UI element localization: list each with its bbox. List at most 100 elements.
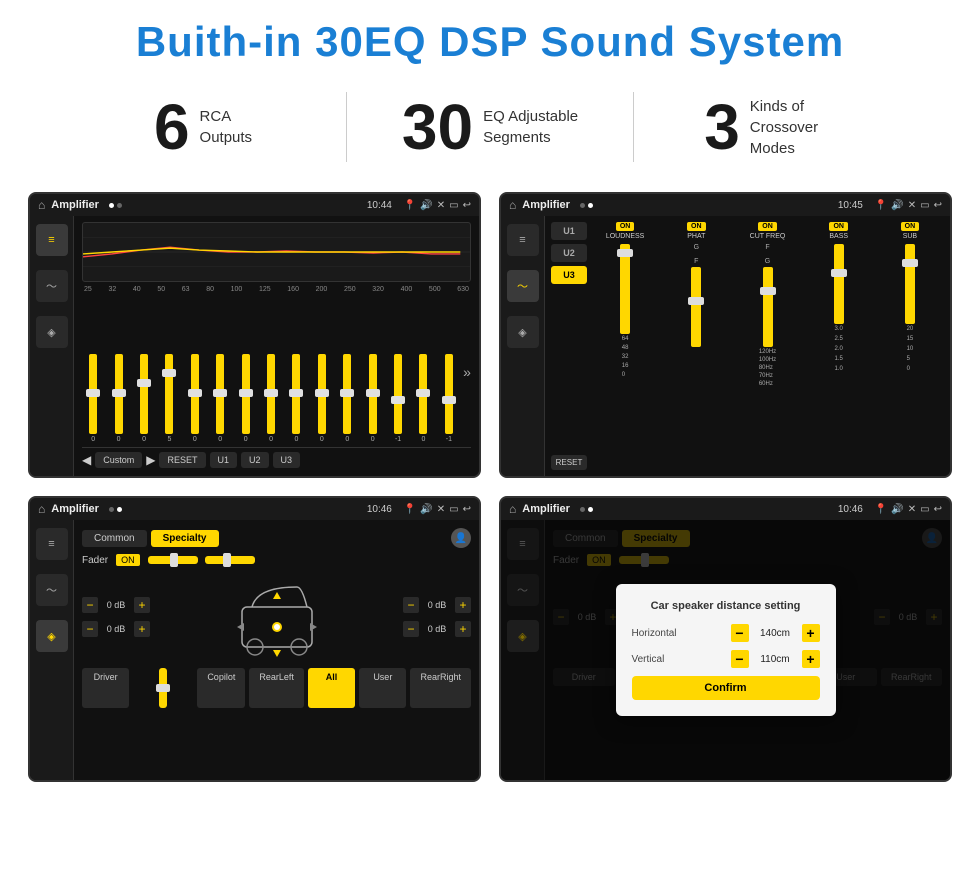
u3-btn[interactable]: U3 [551, 266, 587, 284]
user-icon-3[interactable]: 👤 [451, 528, 471, 548]
speaker-icon-1[interactable]: 🔊 [420, 200, 432, 211]
sidebar-wave-btn[interactable]: 〜 [36, 270, 68, 302]
u1-btn[interactable]: U1 [551, 222, 587, 240]
cutfreq-slider[interactable]: FG 120Hz 100Hz 80Hz 70Hz 60Hz [759, 242, 776, 470]
window-icon-4[interactable]: ▭ [920, 504, 929, 515]
all-btn-3[interactable]: All [308, 668, 355, 708]
channel-sub: ON SUB 20 15 10 5 0 [876, 222, 944, 470]
crossover-left: U1 U2 U3 RESET [551, 222, 587, 470]
copilot-btn-3[interactable]: Copilot [197, 668, 245, 708]
sidebar-wave-btn-2[interactable]: 〜 [507, 270, 539, 302]
sidebar-speaker-btn-2[interactable]: ◈ [507, 316, 539, 348]
home-icon-3[interactable]: ⌂ [38, 502, 45, 516]
window-icon-1[interactable]: ▭ [449, 200, 458, 211]
db-val-4: 0 dB [423, 624, 451, 634]
home-icon-1[interactable]: ⌂ [38, 198, 45, 212]
db-plus-4[interactable]: + [455, 621, 471, 637]
horizontal-minus-btn[interactable]: − [731, 624, 749, 642]
eq-slider-13[interactable]: 0 [412, 354, 434, 443]
home-icon-4[interactable]: ⌂ [509, 502, 516, 516]
driver-btn-3[interactable]: Driver [82, 668, 129, 708]
eq-slider-6[interactable]: 0 [234, 354, 256, 443]
close-icon-1[interactable]: ✕ [437, 200, 445, 211]
eq-slider-1[interactable]: 0 [107, 354, 129, 443]
loudness-on-badge[interactable]: ON [616, 222, 635, 231]
close-icon-4[interactable]: ✕ [908, 504, 916, 515]
sub-slider[interactable]: 20 15 10 5 0 [905, 242, 915, 470]
sidebar-wave-btn-3[interactable]: 〜 [36, 574, 68, 606]
sidebar-speaker-btn[interactable]: ◈ [36, 316, 68, 348]
sidebar-eq-btn-3[interactable]: ≡ [36, 528, 68, 560]
eq-main: 25 32 40 50 63 80 100 125 160 200 250 32… [74, 216, 479, 476]
tab-common-3[interactable]: Common [82, 530, 147, 547]
close-icon-3[interactable]: ✕ [437, 504, 445, 515]
tab-specialty-3[interactable]: Specialty [151, 530, 219, 547]
fader-on-badge[interactable]: ON [116, 554, 140, 566]
eq-graph [82, 222, 471, 282]
status-dots-4 [580, 507, 593, 512]
eq-u2-btn[interactable]: U2 [241, 452, 269, 468]
confirm-button[interactable]: Confirm [632, 676, 820, 700]
window-icon-3[interactable]: ▭ [449, 504, 458, 515]
eq-play-btn[interactable]: ▶ [146, 453, 155, 467]
vertical-plus-btn[interactable]: + [802, 650, 820, 668]
back-icon-4[interactable]: ↩ [934, 504, 942, 515]
cutfreq-on-badge[interactable]: ON [758, 222, 777, 231]
speaker-icon-2[interactable]: 🔊 [891, 200, 903, 211]
eq-slider-2[interactable]: 0 [133, 354, 155, 443]
eq-expand-icon[interactable]: » [463, 364, 471, 380]
db-minus-1[interactable]: − [82, 597, 98, 613]
eq-slider-12[interactable]: -1 [387, 354, 409, 443]
user-btn-3[interactable]: User [359, 668, 406, 708]
location-icon-3: 📍 [404, 504, 416, 515]
db-minus-3[interactable]: − [403, 597, 419, 613]
back-icon-1[interactable]: ↩ [463, 200, 471, 211]
speaker-icon-3[interactable]: 🔊 [420, 504, 432, 515]
eq-slider-3[interactable]: 5 [158, 354, 180, 443]
vertical-minus-btn[interactable]: − [731, 650, 749, 668]
status-icons-3: 📍 🔊 ✕ ▭ ↩ [404, 504, 471, 515]
loudness-slider[interactable]: 64 48 32 16 0 [620, 242, 630, 470]
eq-slider-5[interactable]: 0 [209, 354, 231, 443]
db-minus-4[interactable]: − [403, 621, 419, 637]
db-plus-3[interactable]: + [455, 597, 471, 613]
eq-custom-btn[interactable]: Custom [95, 452, 142, 468]
db-plus-1[interactable]: + [134, 597, 150, 613]
close-icon-2[interactable]: ✕ [908, 200, 916, 211]
back-icon-3[interactable]: ↩ [463, 504, 471, 515]
eq-slider-11[interactable]: 0 [361, 354, 383, 443]
bass-slider[interactable]: 3.0 2.5 2.0 1.5 1.0 [834, 242, 844, 470]
eq-prev-btn[interactable]: ◀ [82, 453, 91, 467]
eq-freq-labels: 25 32 40 50 63 80 100 125 160 200 250 32… [82, 286, 471, 297]
sidebar-speaker-btn-3[interactable]: ◈ [36, 620, 68, 652]
horizontal-plus-btn[interactable]: + [802, 624, 820, 642]
back-icon-2[interactable]: ↩ [934, 200, 942, 211]
rearleft-btn-3[interactable]: RearLeft [249, 668, 304, 708]
home-icon-2[interactable]: ⌂ [509, 198, 516, 212]
eq-slider-4[interactable]: 0 [184, 354, 206, 443]
eq-slider-14[interactable]: -1 [438, 354, 460, 443]
sub-on-badge[interactable]: ON [901, 222, 920, 231]
eq-slider-0[interactable]: 0 [82, 354, 104, 443]
eq-slider-7[interactable]: 0 [260, 354, 282, 443]
bass-on-badge[interactable]: ON [829, 222, 848, 231]
u2-btn[interactable]: U2 [551, 244, 587, 262]
eq-u1-btn[interactable]: U1 [210, 452, 238, 468]
phat-slider[interactable]: GF [691, 242, 701, 470]
window-icon-2[interactable]: ▭ [920, 200, 929, 211]
eq-u3-btn[interactable]: U3 [273, 452, 301, 468]
eq-slider-8[interactable]: 0 [285, 354, 307, 443]
eq-sliders: 0 0 0 5 0 0 0 0 0 0 0 0 -1 0 -1 » [82, 297, 471, 447]
eq-slider-9[interactable]: 0 [311, 354, 333, 443]
eq-reset-btn[interactable]: RESET [159, 452, 205, 468]
db-plus-2[interactable]: + [134, 621, 150, 637]
fader-slider-row[interactable] [148, 556, 255, 564]
sidebar-eq-btn-2[interactable]: ≡ [507, 224, 539, 256]
crossover-reset-btn[interactable]: RESET [551, 455, 587, 470]
speaker-icon-4[interactable]: 🔊 [891, 504, 903, 515]
phat-on-badge[interactable]: ON [687, 222, 706, 231]
eq-slider-10[interactable]: 0 [336, 354, 358, 443]
sidebar-eq-btn[interactable]: ≡ [36, 224, 68, 256]
db-minus-2[interactable]: − [82, 621, 98, 637]
rearright-btn-3[interactable]: RearRight [410, 668, 471, 708]
